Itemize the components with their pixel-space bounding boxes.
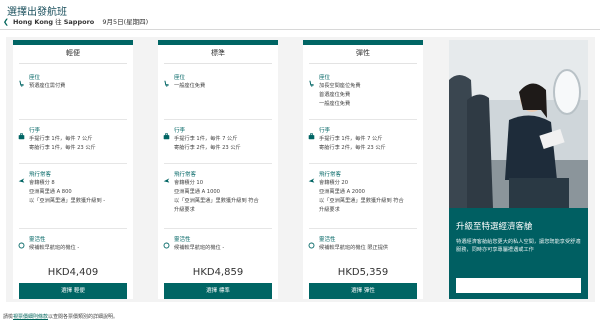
promo-image	[449, 40, 588, 208]
divider	[309, 163, 417, 164]
divider	[164, 119, 272, 120]
frequent-flyer-icon	[18, 169, 25, 183]
fare-name: 輕便	[66, 49, 80, 57]
fare-detail-line: 手提行李 1件，每件 7 公斤	[174, 136, 238, 142]
fare-terms-link[interactable]: 視票價細則條款	[13, 314, 48, 320]
fare-price: HKD4,409	[47, 267, 99, 278]
back-arrow-icon[interactable]: ❮	[3, 18, 9, 26]
destination-city: Sapporo	[63, 18, 95, 26]
select-fare-button[interactable]: 選擇 輕便	[19, 283, 127, 299]
footnote-prefix: 請檢	[3, 314, 14, 320]
fare-name: 標準	[211, 49, 225, 57]
divider	[19, 119, 127, 120]
fare-card-1: 標準 座位 一般座位免費 行李 手提行李 1件，每件 7 公斤 寄艙行李 2件，每…	[158, 40, 278, 299]
fare-footnote: 請檢視票價細則條款以查閱各票價類別的詳細說明。	[3, 313, 118, 320]
fare-detail-line: 寄艙行李 2件，每件 23 公斤	[174, 145, 241, 151]
divider	[309, 228, 417, 229]
divider	[19, 63, 127, 64]
flexibility-icon	[163, 234, 170, 249]
frequent-flyer-icon	[163, 169, 170, 183]
seat-icon	[18, 72, 25, 87]
fare-detail-line: 會籍積分 20	[319, 180, 348, 186]
fare-detail-line: 候補較早航班的機位 -	[174, 245, 225, 251]
divider	[164, 228, 272, 229]
fare-detail-line: 寄艙行李 1件，每件 23 公斤	[29, 145, 96, 151]
baggage-icon	[163, 125, 170, 140]
promo-description: 特選經濟客艙給您更大的私人空間，讓您既能享受舒適服務，同時亦可享專屬禮遇或工作	[456, 239, 581, 253]
fare-detail-line: 候補較早航班的機位 -	[29, 245, 80, 251]
frequent-flyer-section-title: 飛行常客	[174, 172, 197, 178]
divider	[19, 228, 127, 229]
fare-detail-line: 手提行李 1件，每件 7 公斤	[29, 136, 93, 142]
fare-detail-line: 以「亞洲萬里通」里數獲升級到 符合	[319, 198, 404, 204]
baggage-section-title: 行李	[29, 128, 41, 134]
fare-name: 彈性	[356, 49, 370, 57]
origin-city: Hong Kong	[12, 18, 54, 26]
fare-detail-line: 以「亞洲萬里通」里數獲升級到 -	[29, 198, 106, 204]
fare-detail-line: 亞洲萬里通 A 800	[29, 189, 72, 195]
select-fare-button[interactable]: 選擇 彈性	[309, 283, 417, 299]
fare-detail-line: 候補較早航班的機位 限正提供	[319, 245, 389, 251]
page-header: 選擇出發航班 ❮ Hong Kong 往 Sapporo 9月5日(星期四)	[0, 0, 600, 30]
fare-detail-line: 加長空間座位免費	[319, 83, 361, 89]
cabin-photo	[449, 40, 588, 208]
flexibility-section-title: 靈活性	[174, 237, 191, 243]
frequent-flyer-icon	[308, 169, 315, 183]
fare-detail-line: 寄艙行李 2件，每件 23 公斤	[319, 145, 386, 151]
flexibility-section-title: 靈活性	[319, 237, 336, 243]
divider	[19, 163, 127, 164]
divider	[164, 163, 272, 164]
seat-section-title: 座位	[29, 75, 41, 81]
fare-detail-line: 會籍積分 8	[29, 180, 55, 186]
fare-detail-line: 首選座位免費	[319, 92, 351, 98]
route-summary: ❮ Hong Kong 往 Sapporo 9月5日(星期四)	[3, 16, 148, 26]
divider	[309, 63, 417, 64]
frequent-flyer-section-title: 飛行常客	[319, 172, 342, 178]
flight-date: 9月5日(星期四)	[102, 18, 149, 26]
seat-icon	[163, 72, 170, 87]
fare-price: HKD4,859	[192, 267, 244, 278]
fare-detail-line: 升級要求	[319, 207, 340, 213]
frequent-flyer-section-title: 飛行常客	[29, 172, 52, 178]
baggage-icon	[18, 125, 25, 140]
divider	[309, 119, 417, 120]
divider	[164, 63, 272, 64]
flexibility-icon	[18, 234, 25, 249]
footnote-suffix: 以查閱各票價類別的詳細說明。	[48, 314, 119, 320]
flexibility-section-title: 靈活性	[29, 237, 46, 243]
fare-detail-line: 手提行李 1件，每件 7 公斤	[319, 136, 383, 142]
promo-title: 升級至特選經濟客艙	[456, 222, 533, 232]
fare-detail-line: 升級要求	[174, 207, 195, 213]
promo-upgrade-button[interactable]	[456, 278, 581, 293]
fare-card-0: 輕便 座位 預選座位需付費 行李 手提行李 1件，每件 7 公斤 寄艙行李 1件，…	[13, 40, 133, 299]
fare-detail-line: 一般座位免費	[319, 101, 351, 107]
fare-detail-line: 以「亞洲萬里通」里數獲升級到 符合	[174, 198, 259, 204]
fare-detail-line: 亞洲萬里通 A 2000	[319, 189, 365, 195]
fare-detail-line: 會籍積分 10	[174, 180, 203, 186]
seat-section-title: 座位	[174, 75, 186, 81]
seat-section-title: 座位	[319, 75, 331, 81]
fare-card-2: 彈性 座位 加長空間座位免費 首選座位免費 一般座位免費 行李 手提行李 1件，每件…	[303, 40, 423, 299]
select-fare-button[interactable]: 選擇 標準	[164, 283, 272, 299]
baggage-section-title: 行李	[174, 128, 186, 134]
fare-detail-line: 預選座位需付費	[29, 83, 66, 89]
baggage-icon	[308, 125, 315, 140]
fare-price: HKD5,359	[337, 267, 389, 278]
fare-detail-line: 一般座位免費	[174, 83, 206, 89]
seat-icon	[308, 72, 315, 87]
upgrade-promo: 升級至特選經濟客艙 特選經濟客艙給您更大的私人空間，讓您既能享受舒適服務，同時亦…	[449, 40, 588, 299]
fare-detail-line: 亞洲萬里通 A 1000	[174, 189, 220, 195]
baggage-section-title: 行李	[319, 128, 331, 134]
route-connector: 往	[55, 18, 62, 26]
flexibility-icon	[308, 234, 315, 249]
